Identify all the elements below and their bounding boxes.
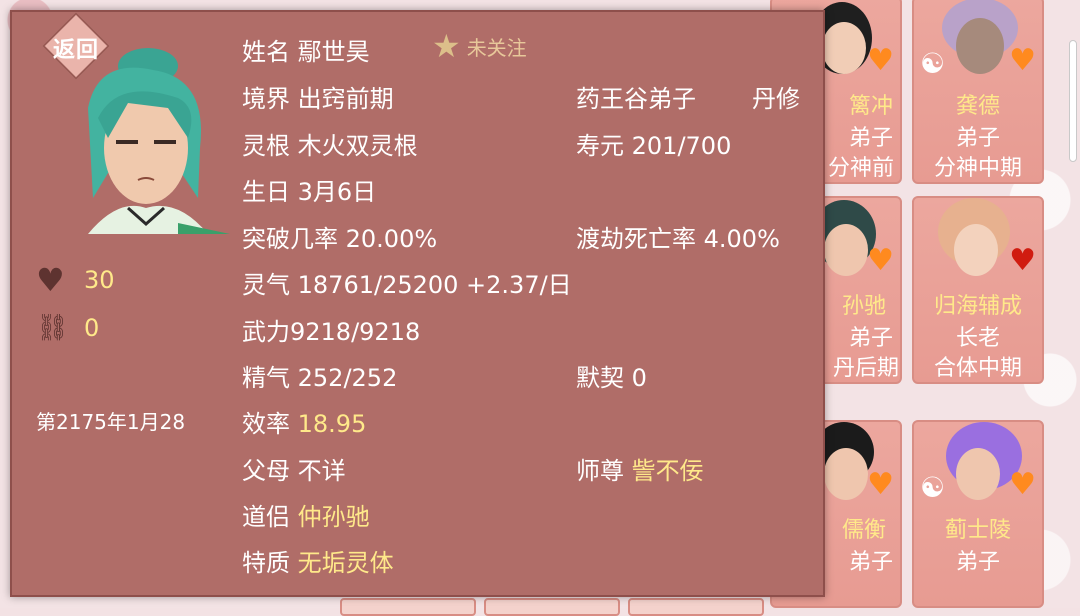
follow-toggle[interactable]: ★ 未关注 xyxy=(432,30,527,62)
birthday-label: 生日 xyxy=(242,178,290,206)
force-value: 9218/9218 xyxy=(290,318,421,346)
tacit-field: 默契 0 xyxy=(576,358,647,393)
force-field: 武力9218/9218 xyxy=(242,312,420,347)
realm-label: 境界 xyxy=(242,85,290,113)
partner-field: 道侣 仲孙驰 xyxy=(242,497,370,532)
tribulation-value: 4.00% xyxy=(703,225,780,253)
essence-value: 252/252 xyxy=(297,364,398,392)
realm-value: 出窍前期 xyxy=(297,85,394,113)
efficiency-value: 18.95 xyxy=(297,410,367,438)
disciple-rank: 弟子 xyxy=(955,550,1000,575)
sect-value: 药王谷弟子 xyxy=(576,85,696,113)
breakthrough-value: 20.00% xyxy=(345,225,438,253)
disciple-level: 分神前期 xyxy=(827,156,894,181)
qi-field: 灵气 18761/25200 +2.37/日 xyxy=(242,265,572,300)
lifespan-label: 寿元 xyxy=(576,132,624,160)
qi-value: 18761/25200 +2.37/日 xyxy=(297,271,572,299)
yinyang-icon: ☯ xyxy=(920,47,946,80)
disciple-name: 蓟士陵 xyxy=(944,518,1011,543)
card-bottom-edge xyxy=(628,598,764,616)
birthday-field: 生日 3月6日 xyxy=(242,172,376,207)
disciple-level: 丹后期 xyxy=(832,356,899,381)
disciple-rank: 弟子 xyxy=(848,326,893,351)
essence-field: 精气 252/252 xyxy=(242,358,397,393)
master-field: 师尊 訾不佞 xyxy=(576,451,704,486)
name-label: 姓名 xyxy=(242,38,290,66)
partner-label: 道侣 xyxy=(242,503,290,531)
master-link[interactable]: 訾不佞 xyxy=(632,457,704,485)
heart-icon: ♥ xyxy=(1009,43,1036,78)
profession-value: 丹修 xyxy=(752,85,800,113)
breakthrough-field: 突破几率 20.00% xyxy=(242,219,437,254)
character-detail-panel: 返回 ♥ 30 ⛓ 0 第2175年1月28 ★ 未关注 姓名 鄢世昊 境界 出… xyxy=(10,10,825,597)
efficiency-field: 效率 18.95 xyxy=(242,404,366,439)
breakthrough-label: 突破几率 xyxy=(242,225,338,253)
disciple-rank: 弟子 xyxy=(848,126,893,151)
game-date: 第2175年1月28 xyxy=(36,410,186,434)
disciple-rank: 弟子 xyxy=(848,550,893,575)
scrollbar[interactable] xyxy=(1069,40,1077,162)
parents-value: 不详 xyxy=(297,457,346,485)
tacit-value: 0 xyxy=(631,364,647,392)
disciple-name: 龚德 xyxy=(955,94,1000,119)
bond-stat: ⛓ 0 xyxy=(36,312,99,344)
tacit-label: 默契 xyxy=(576,364,624,392)
lifespan-field: 寿元 201/700 xyxy=(576,126,731,161)
disciple-rank: 长老 xyxy=(955,326,1000,351)
disciple-name: 归海辅成 xyxy=(933,294,1022,319)
handcuffs-icon: ⛓ xyxy=(36,313,70,343)
disciple-level: 合体中期 xyxy=(933,356,1022,381)
disciple-level: 分神中期 xyxy=(933,156,1022,181)
parents-field: 父母 不详 xyxy=(242,451,346,486)
root-field: 灵根 木火双灵根 xyxy=(242,126,418,161)
lifespan-value: 201/700 xyxy=(631,132,732,160)
heart-icon: ♥ xyxy=(867,243,894,278)
heart-icon: ♥ xyxy=(1009,243,1036,278)
tribulation-label: 渡劫死亡率 xyxy=(576,225,696,253)
disciple-name: 篱冲 xyxy=(848,94,893,119)
favor-stat: ♥ 30 xyxy=(36,264,115,296)
disciple-name: 孙驰 xyxy=(841,294,886,319)
heart-icon: ♥ xyxy=(1009,467,1036,502)
bond-value: 0 xyxy=(84,314,100,342)
heart-icon: ♥ xyxy=(867,467,894,502)
efficiency-label: 效率 xyxy=(242,410,290,438)
disciple-card[interactable]: ♥ 归海辅成 长老 合体中期 xyxy=(912,196,1044,384)
yinyang-icon: ☯ xyxy=(920,471,946,504)
disciple-card[interactable]: ☯ ♥ 龚德 弟子 分神中期 xyxy=(912,0,1044,184)
qi-label: 灵气 xyxy=(242,271,290,299)
name-field: 姓名 鄢世昊 xyxy=(242,32,370,67)
follow-label: 未关注 xyxy=(466,35,527,60)
root-value: 木火双灵根 xyxy=(297,132,418,160)
master-label: 师尊 xyxy=(576,457,624,485)
disciple-card[interactable]: ☯ ♥ 蓟士陵 弟子 xyxy=(912,420,1044,608)
disciple-name: 儒衡 xyxy=(841,518,886,543)
star-icon: ★ xyxy=(432,27,461,65)
force-label: 武力 xyxy=(242,318,290,346)
card-bottom-edge xyxy=(340,598,476,616)
heart-icon: ♥ xyxy=(36,261,65,299)
favor-value: 30 xyxy=(84,266,115,294)
disciple-rank: 弟子 xyxy=(955,126,1000,151)
trait-field: 特质 无垢灵体 xyxy=(242,543,394,578)
heart-icon: ♥ xyxy=(867,43,894,78)
back-button-label: 返回 xyxy=(52,38,99,63)
essence-label: 精气 xyxy=(242,364,290,392)
trait-link[interactable]: 无垢灵体 xyxy=(298,549,394,577)
parents-label: 父母 xyxy=(242,457,290,485)
partner-link[interactable]: 仲孙驰 xyxy=(298,503,370,531)
back-button[interactable]: 返回 xyxy=(38,8,114,84)
trait-label: 特质 xyxy=(242,549,290,577)
card-bottom-edge xyxy=(484,598,620,616)
root-label: 灵根 xyxy=(242,132,290,160)
birthday-value: 3月6日 xyxy=(297,178,377,206)
name-value: 鄢世昊 xyxy=(297,38,370,66)
realm-field: 境界 出窍前期 xyxy=(242,79,394,114)
tribulation-field: 渡劫死亡率 4.00% xyxy=(576,219,780,254)
